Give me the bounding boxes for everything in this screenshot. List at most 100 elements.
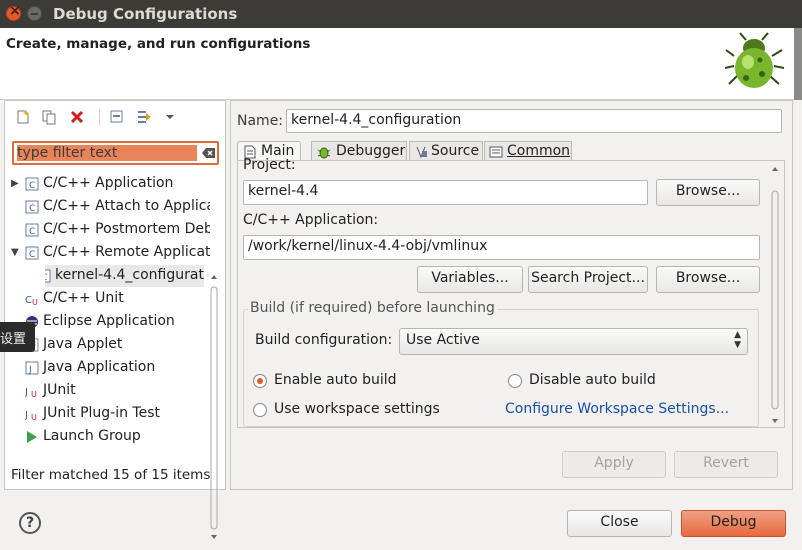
junit-plugin-icon: JU [25,410,37,421]
title-bar: Debug Configurations [0,0,802,28]
tree-item-label: C/C++ Remote Applicati [43,244,210,260]
tree-item[interactable]: J U JUnit Plug-in Test [5,403,210,425]
settings-popup: 设置 [0,322,35,352]
enable-auto-build-radio[interactable] [253,374,267,388]
tree-item[interactable]: J U JUnit [5,380,210,402]
window-minimize-button[interactable] [27,6,42,21]
tab-debugger[interactable]: Debugger [311,141,407,161]
name-label: Name: [237,113,284,129]
filter-status: Filter matched 15 of 15 items [11,467,211,483]
filter-input[interactable] [12,141,219,165]
tree-item[interactable]: Launch Group [5,426,210,448]
svg-text:C: C [29,227,35,237]
tree-item[interactable]: C C/C++ Attach to Applica [5,196,210,218]
c-app-icon: C [25,223,39,237]
build-config-value: Use Active [406,332,480,348]
help-icon[interactable]: ? [19,512,41,534]
junit-icon: JU [25,387,37,398]
search-project-button[interactable]: Search Project... [528,266,648,293]
configuration-editor-panel: Name: kernel-4.4_configuration Main Debu… [230,100,793,490]
popup-text: 设置 [0,332,27,347]
tree-item-label: JUnit [43,382,76,398]
svg-text:J: J [25,410,28,421]
tree-item-label: Java Applet [43,336,123,352]
tab-debugger-label: Debugger [336,143,406,159]
use-workspace-settings-radio[interactable] [253,403,267,417]
c-app-icon: C [45,269,51,283]
build-config-label: Build configuration: [255,332,393,348]
svg-text:U: U [32,298,38,306]
source-tab-icon [416,146,427,159]
tree-scrollbar[interactable] [209,273,219,543]
header-description: Create, manage, and run configurations [6,36,311,52]
window-title: Debug Configurations [53,5,238,23]
view-menu-chevron-down-icon[interactable] [162,109,178,125]
java-app-icon: J [25,361,39,375]
configuration-list-panel: ▶ C C/C++ Application C C/C++ Attach to Appl… [4,100,226,539]
c-app-icon: C [25,200,39,214]
name-field[interactable]: kernel-4.4_configuration [286,109,782,133]
tab-source[interactable]: Source [409,141,483,161]
svg-text:U: U [31,413,37,421]
tree-item[interactable]: ▼ C C/C++ Remote Applicati [5,242,210,264]
svg-text:C: C [29,250,35,260]
collapsed-arrow-icon[interactable]: ▶ [11,178,19,189]
tree-item-label: JUnit Plug-in Test [43,405,161,421]
duplicate-icon[interactable] [41,109,57,125]
c-app-icon: C [25,246,39,260]
tree-item[interactable]: Java Applet [5,334,210,356]
tree-item[interactable]: ▶ C C/C++ Application [5,173,210,195]
filter-icon[interactable] [136,109,152,125]
toolbar-separator [99,109,100,125]
tree-item[interactable]: C U C/C++ Unit [5,288,210,310]
tree-item-label: Launch Group [43,428,141,444]
svg-text:U: U [31,390,37,398]
tree-item-label: kernel-4.4_configurati [55,267,204,283]
debug-bug-icon [724,32,785,88]
disable-auto-build-label: Disable auto build [529,372,656,388]
tree-item[interactable]: C C/C++ Postmortem Debu [5,219,210,241]
tree-item[interactable]: Eclipse Application [5,311,210,333]
tree-item[interactable]: J Java Application [5,357,210,379]
collapse-all-icon[interactable] [109,109,125,125]
variables-button[interactable]: Variables... [417,266,523,293]
build-config-select[interactable]: Use Active ▲ ▼ [399,328,748,355]
revert-button[interactable]: Revert [674,451,778,478]
svg-text:C: C [45,273,47,283]
browse-application-button[interactable]: Browse... [656,266,760,293]
clear-filter-icon[interactable] [202,147,216,159]
main-tab-content: Project: kernel-4.4 Browse... C/C++ Appl… [237,157,785,428]
tree-item-label: Java Application [43,359,156,375]
svg-text:C: C [29,181,35,191]
expanded-arrow-icon[interactable]: ▼ [11,247,19,258]
tab-common-label: Common [507,143,571,159]
svg-text:C: C [29,204,35,214]
tab-common[interactable]: Common [484,141,572,161]
new-configuration-icon[interactable] [15,109,31,125]
application-label: C/C++ Application: [243,212,379,228]
tree-item-label: Eclipse Application [43,313,175,329]
debugger-tab-icon [317,147,331,159]
tab-source-label: Source [431,143,480,159]
debug-button[interactable]: Debug [681,510,786,537]
enable-auto-build-label: Enable auto build [274,372,397,388]
svg-text:J: J [28,365,32,375]
application-field[interactable]: /work/kernel/linux-4.4-obj/vmlinux [243,235,760,260]
common-tab-icon [489,146,503,158]
configure-workspace-link[interactable]: Configure Workspace Settings... [505,401,729,417]
c-app-icon: C [25,177,39,191]
c-unit-icon: CU [25,295,38,306]
dialog-header: Create, manage, and run configurations [0,28,802,100]
browse-project-button[interactable]: Browse... [656,179,760,206]
use-workspace-settings-label: Use workspace settings [274,401,440,417]
project-field[interactable]: kernel-4.4 [243,180,648,205]
svg-text:J: J [25,387,28,398]
close-button[interactable]: Close [567,510,672,537]
tree-item[interactable]: Ckernel-4.4_configurati [45,265,204,287]
project-label: Project: [243,157,296,173]
window-close-button[interactable] [6,3,21,21]
delete-icon[interactable] [69,109,85,125]
apply-button[interactable]: Apply [562,451,666,478]
editor-scrollbar[interactable] [769,165,781,427]
disable-auto-build-radio[interactable] [508,374,522,388]
